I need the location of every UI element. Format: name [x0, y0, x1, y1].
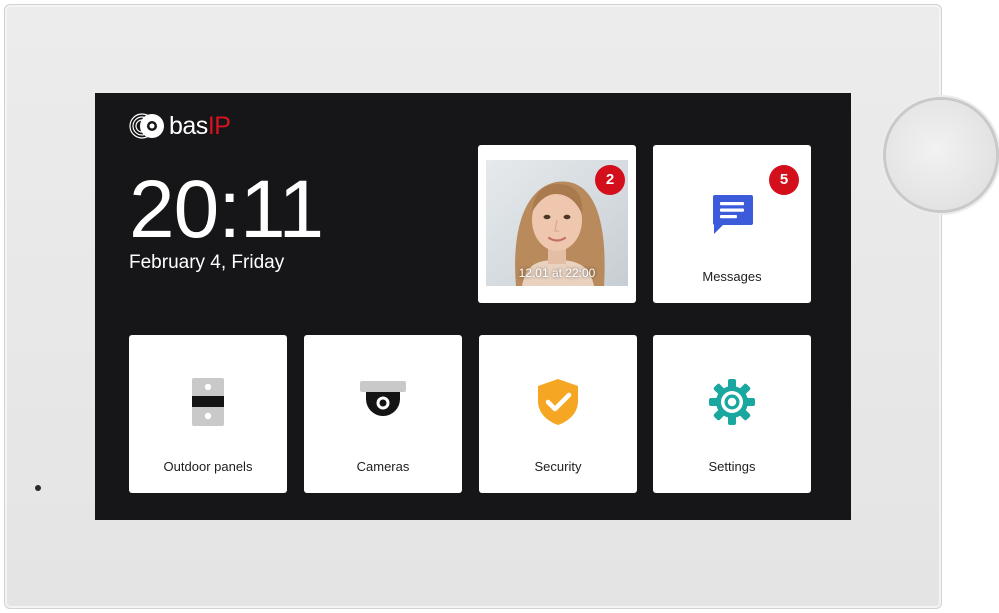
settings-label: Settings [708, 459, 756, 474]
logo-text-ip: IP [207, 112, 231, 140]
logo-text-bas: bas [169, 112, 208, 140]
message-icon [713, 195, 753, 234]
cameras-tile[interactable]: Cameras [304, 335, 462, 493]
clock-time: 20:11 [129, 164, 324, 255]
logo-mark-icon [129, 113, 164, 139]
outdoor-panels-tile[interactable]: Outdoor panels [129, 335, 287, 493]
unread-messages-badge: 5 [769, 165, 799, 195]
gear-icon [709, 379, 755, 425]
intercom-screen: basIP 20:11 February 4, Friday 12.01 at … [95, 93, 851, 520]
last-call-tile[interactable]: 12.01 at 22:00 2 [478, 145, 636, 303]
security-label: Security [534, 459, 582, 474]
security-tile[interactable]: Security [479, 335, 637, 493]
clock-date: February 4, Friday [129, 252, 285, 273]
bas-ip-logo: basIP [129, 111, 231, 141]
settings-tile[interactable]: Settings [653, 335, 811, 493]
messages-tile[interactable]: 5 Messages [653, 145, 811, 303]
snapshot-caption: 12.01 at 22:00 [518, 266, 596, 280]
shield-icon [538, 379, 578, 425]
messages-label: Messages [702, 269, 762, 284]
camera-icon [360, 381, 406, 416]
microphone-indicator [35, 485, 41, 491]
outdoor-panel-icon [192, 378, 224, 426]
physical-home-button[interactable] [886, 100, 996, 210]
outdoor-panels-label: Outdoor panels [163, 459, 253, 474]
cameras-label: Cameras [356, 459, 410, 474]
logo-text: basIP [169, 111, 231, 141]
missed-calls-badge: 2 [595, 165, 625, 195]
